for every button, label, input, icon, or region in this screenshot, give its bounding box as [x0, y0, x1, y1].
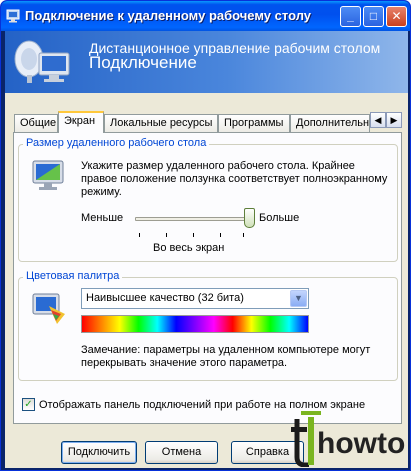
tab-scroll-right-icon[interactable]: ▶: [386, 112, 402, 128]
tab-strip: Общие Экран Локальные ресурсы Программы …: [13, 111, 402, 133]
connect-button[interactable]: Подключить: [61, 441, 137, 464]
chevron-down-icon[interactable]: ▼: [290, 290, 307, 307]
banner-title: Подключение: [89, 53, 197, 72]
display-tab-panel: Размер удаленного рабочего стола Укажите…: [13, 132, 402, 424]
screen-size-description: Укажите размер удаленного рабочего стола…: [81, 160, 388, 198]
tab-display[interactable]: Экран: [58, 111, 104, 133]
color-palette-monitor-icon: [32, 293, 65, 324]
slider-tick: [243, 233, 244, 237]
slider-max-label: Больше: [259, 212, 300, 224]
screen-size-group: Размер удаленного рабочего стола Укажите…: [18, 137, 398, 262]
slider-min-label: Меньше: [81, 212, 124, 224]
rdp-window: Подключение к удаленному рабочему столу …: [0, 0, 411, 471]
tab-local-resources[interactable]: Локальные ресурсы: [104, 114, 218, 132]
screen-size-slider-thumb[interactable]: [243, 208, 255, 228]
colors-group: Цветовая палитра Наивысшее качество (32 …: [18, 270, 398, 381]
banner: Дистанционное управление рабочим столом …: [5, 31, 408, 93]
slider-tick: [139, 233, 140, 237]
screen-size-group-title: Размер удаленного рабочего стола: [23, 137, 210, 149]
colors-group-title: Цветовая палитра: [23, 270, 123, 282]
slider-tick: [220, 233, 221, 237]
tab-general[interactable]: Общие: [14, 114, 58, 132]
slider-tick: [166, 233, 167, 237]
dialog-body: Дистанционное управление рабочим столом …: [5, 31, 408, 468]
close-button[interactable]: ✕: [386, 6, 407, 27]
color-depth-select[interactable]: Наивысшее качество (32 бита) ▼: [81, 288, 309, 309]
color-depth-value: Наивысшее качество (32 бита): [86, 292, 244, 304]
remote-desktop-icon: [6, 9, 20, 23]
cancel-button[interactable]: Отмена: [145, 441, 218, 464]
minimize-button[interactable]: _: [340, 6, 361, 27]
maximize-button[interactable]: □: [363, 6, 384, 27]
tab-programs[interactable]: Программы: [218, 114, 290, 132]
fullscreen-bar-checkbox[interactable]: ✓: [22, 398, 35, 411]
slider-value-label: Во весь экран: [153, 242, 225, 254]
watermark-text: howto: [317, 427, 405, 460]
watermark-logo: howto: [291, 409, 408, 468]
remote-desktop-logo-icon: [14, 40, 70, 83]
watermark-graphic: howto: [291, 411, 405, 468]
screen-size-slider-track[interactable]: [135, 217, 249, 221]
slider-tick: [193, 233, 194, 237]
tab-scroll-left-icon[interactable]: ◀: [370, 112, 386, 128]
monitor-icon: [32, 160, 64, 190]
window-title: Подключение к удаленному рабочему столу: [25, 8, 312, 23]
color-spectrum-bar: [81, 315, 309, 333]
colors-note: Замечание: параметры на удаленном компью…: [81, 344, 371, 369]
tab-advanced[interactable]: Дополнительно: [290, 114, 370, 132]
title-bar[interactable]: Подключение к удаленному рабочему столу …: [1, 1, 410, 31]
